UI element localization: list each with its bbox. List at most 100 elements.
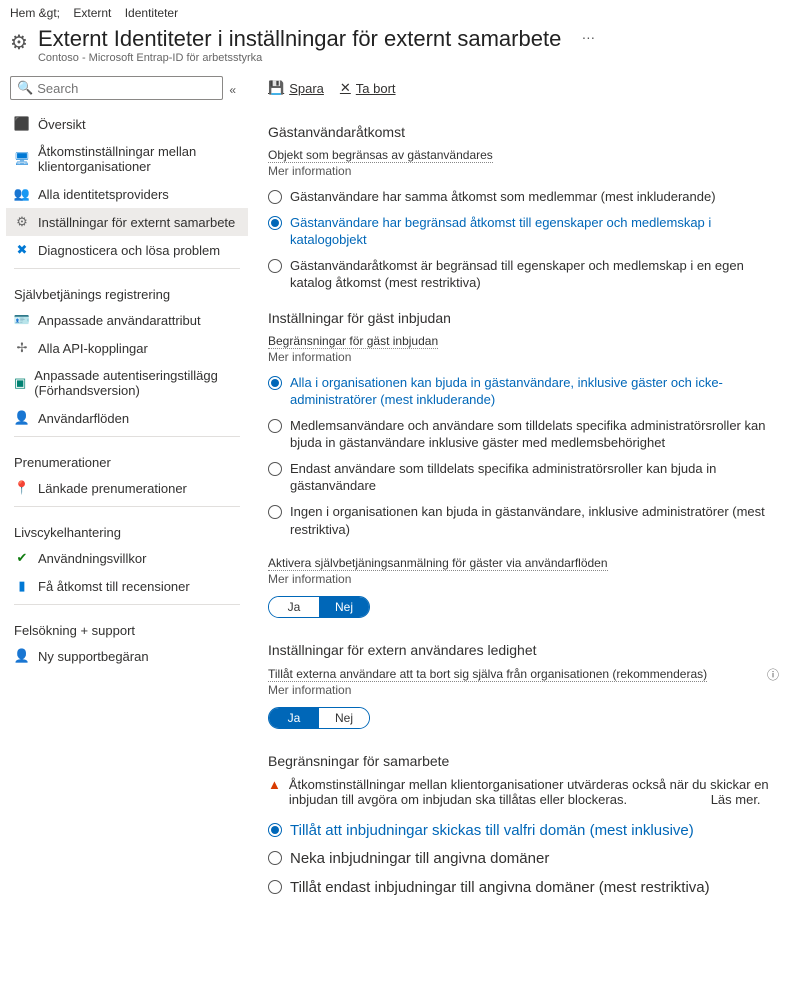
search-box[interactable]: 🔍 (10, 76, 223, 100)
breadcrumb: Hem &gt; Externt Identiteter (0, 0, 793, 22)
sidebar-item-label: Alla API-kopplingar (38, 341, 148, 356)
sidebar-item-label: Inställningar för externt samarbete (38, 215, 235, 230)
radio-icon (268, 376, 282, 390)
radio-option[interactable]: Ingen i organisationen kan bjuda in gäst… (268, 499, 779, 542)
sidebar-item-label: Anpassade autentiseringstillägg (Förhand… (34, 368, 240, 398)
sidebar-item[interactable]: 📍Länkade prenumerationer (6, 474, 248, 502)
toggle-no[interactable]: Nej (319, 708, 369, 728)
toolbar: 💾Spara ✕Ta bort (268, 76, 779, 110)
info-icon[interactable]: ⓘ (767, 666, 779, 683)
radio-label: Ingen i organisationen kan bjuda in gäst… (290, 503, 779, 538)
nav-icon: ✖ (14, 242, 30, 258)
sidebar-item[interactable]: ⬛Översikt (6, 110, 248, 138)
sidebar-item[interactable]: ✖Diagnosticera och lösa problem (6, 236, 248, 264)
sidebar-item[interactable]: ⚙ Inställningar för externt samarbete (6, 208, 248, 236)
sidebar-item[interactable]: 👤 Användarflöden (6, 404, 248, 432)
collapse-chevron-icon[interactable]: « (229, 83, 236, 97)
nav-icon: ✔ (14, 550, 30, 566)
radio-option[interactable]: Gästanvändare har begränsad åtkomst till… (268, 210, 779, 253)
sidebar-section-label: Livscykelhantering (6, 511, 248, 544)
nav-icon: ▮ (14, 578, 30, 594)
self-service-label: Aktivera självbetjäningsanmälning för gä… (268, 556, 779, 570)
radio-icon (268, 190, 282, 204)
main-content: 💾Spara ✕Ta bort Gästanvändaråtkomst Obje… (248, 72, 793, 922)
sidebar-item[interactable]: ▮ Få åtkomst till recensioner (6, 572, 248, 600)
delete-button[interactable]: ✕Ta bort (340, 80, 396, 96)
radio-label: Gästanvändaråtkomst är begränsad till eg… (290, 257, 779, 292)
radio-label: Gästanvändare har samma åtkomst som medl… (290, 188, 716, 206)
radio-icon (268, 505, 282, 519)
radio-option[interactable]: Medlemsanvändare och användare som tilld… (268, 413, 779, 456)
toggle-yes[interactable]: Ja (269, 708, 319, 728)
toggle-yes[interactable]: Ja (269, 597, 319, 617)
more-info-link[interactable]: Mer information (268, 164, 779, 178)
sidebar-section-label: Självbetjänings registrering (6, 273, 248, 306)
sidebar: 🔍 « ⬛Översikt 🖥 Åtkomstinställningar mella… (0, 72, 248, 922)
leave-desc: Tillåt externa användare att ta bort sig… (268, 667, 707, 681)
sidebar-item[interactable]: ▣ Anpassade autentiseringstillägg (Förhan… (6, 362, 248, 404)
breadcrumb-item[interactable]: Identiteter (125, 6, 178, 20)
search-input[interactable] (37, 81, 216, 96)
section-guest-access-title: Gästanvändaråtkomst (268, 124, 779, 140)
breadcrumb-item[interactable]: Externt (73, 6, 111, 20)
sidebar-item[interactable]: 🖥 Åtkomstinställningar mellan klientorgan… (6, 138, 248, 180)
search-icon: 🔍 (17, 80, 33, 96)
section-leave-title: Inställningar för extern användares ledi… (268, 642, 779, 658)
section-collab-title: Begränsningar för samarbete (268, 753, 779, 769)
radio-option[interactable]: Tillåt att inbjudningar skickas till val… (268, 817, 779, 845)
nav-icon: ▣ (14, 375, 26, 391)
sidebar-item[interactable]: ✔Användningsvillkor (6, 544, 248, 572)
save-button[interactable]: 💾Spara (268, 80, 324, 96)
radio-option[interactable]: Gästanvändaråtkomst är begränsad till eg… (268, 253, 779, 296)
radio-option[interactable]: Tillåt endast inbjudningar till angivna … (268, 874, 779, 902)
radio-option[interactable]: Gästanvändare har samma åtkomst som medl… (268, 184, 779, 210)
save-icon: 💾 (268, 80, 284, 96)
nav-icon: 👤 (14, 410, 30, 426)
radio-label: Gästanvändare har begränsad åtkomst till… (290, 214, 779, 249)
radio-icon (268, 462, 282, 476)
radio-label: Medlemsanvändare och användare som tilld… (290, 417, 779, 452)
radio-icon (268, 880, 282, 894)
radio-option[interactable]: Endast användare som tilldelats specifik… (268, 456, 779, 499)
more-info-link[interactable]: Mer information (268, 350, 779, 364)
sidebar-item-label: Få åtkomst till recensioner (38, 579, 190, 594)
page-header: ⚙ Externt Identiteter i inställningar fö… (0, 22, 793, 72)
sidebar-item[interactable]: 👤 Ny supportbegäran (6, 642, 248, 670)
page-title: Externt Identiteter i inställningar för … (38, 26, 561, 52)
nav-icon: 🖥 (14, 151, 30, 167)
radio-option[interactable]: Alla i organisationen kan bjuda in gästa… (268, 370, 779, 413)
sidebar-item-label: Översikt (38, 117, 86, 132)
nav-icon: 🪪 (14, 312, 30, 328)
more-info-link[interactable]: Mer information (268, 683, 779, 697)
sidebar-item[interactable]: 🪪Anpassade användarattribut (6, 306, 248, 334)
sidebar-item-label: Åtkomstinställningar mellan klientorgani… (38, 144, 240, 174)
sidebar-item-label: Ny supportbegäran (38, 649, 149, 664)
warning-icon: ▲ (268, 777, 281, 792)
guest-access-desc: Objekt som begränsas av gästanvändares (268, 148, 779, 162)
radio-label: Endast användare som tilldelats specifik… (290, 460, 779, 495)
sidebar-item-label: Alla identitetsproviders (38, 187, 169, 202)
read-more-link[interactable]: Läs mer. (711, 792, 761, 807)
radio-option[interactable]: Neka inbjudningar till angivna domäner (268, 845, 779, 873)
radio-icon (268, 823, 282, 837)
nav-icon: 👥 (14, 186, 30, 202)
more-info-link[interactable]: Mer information (268, 572, 779, 586)
radio-icon (268, 419, 282, 433)
toggle-no[interactable]: Nej (319, 597, 369, 617)
sidebar-item-label: Länkade prenumerationer (38, 481, 187, 496)
sidebar-item[interactable]: 👥 Alla identitetsproviders (6, 180, 248, 208)
gear-icon: ⚙ (10, 30, 28, 55)
self-service-toggle[interactable]: Ja Nej (268, 596, 370, 618)
nav-icon: 👤 (14, 648, 30, 664)
guest-invite-desc: Begränsningar för gäst inbjudan (268, 334, 779, 348)
sidebar-item-label: Användarflöden (38, 411, 129, 426)
radio-icon (268, 216, 282, 230)
sidebar-section-label: Felsökning + support (6, 609, 248, 642)
section-guest-invite-title: Inställningar för gäst inbjudan (268, 310, 779, 326)
breadcrumb-item[interactable]: Hem &gt; (10, 6, 60, 20)
leave-toggle[interactable]: Ja Nej (268, 707, 370, 729)
nav-icon: ⚙ (14, 214, 30, 230)
sidebar-item[interactable]: ✢Alla API-kopplingar (6, 334, 248, 362)
radio-label: Alla i organisationen kan bjuda in gästa… (290, 374, 779, 409)
more-actions-icon[interactable]: … (581, 26, 595, 42)
